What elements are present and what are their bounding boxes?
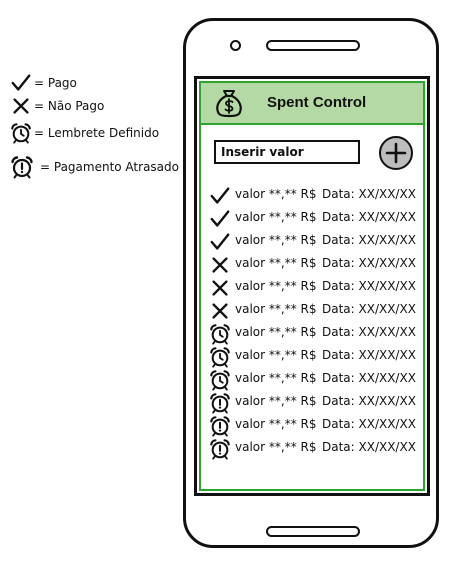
legend-item-atrasado: = Pagamento Atrasado <box>10 154 179 180</box>
list-item[interactable]: valor **,** R$ Data: XX/XX/XX <box>201 183 423 206</box>
list-item[interactable]: valor **,** R$ Data: XX/XX/XX <box>201 390 423 413</box>
check-icon <box>209 185 231 207</box>
entry-date: Data: XX/XX/XX <box>322 210 416 224</box>
entry-date: Data: XX/XX/XX <box>322 187 416 201</box>
legend-item-pago: = Pago <box>10 72 77 94</box>
list-item[interactable]: valor **,** R$ Data: XX/XX/XX <box>201 413 423 436</box>
entry-date: Data: XX/XX/XX <box>322 256 416 270</box>
speaker-slot <box>266 40 360 51</box>
entry-date: Data: XX/XX/XX <box>322 348 416 362</box>
alarm-alert-icon <box>209 438 231 460</box>
entry-value: valor **,** R$ <box>235 348 317 362</box>
list-item[interactable]: valor **,** R$ Data: XX/XX/XX <box>201 252 423 275</box>
app-title: Spent Control <box>267 94 367 111</box>
entry-value: valor **,** R$ <box>235 417 317 431</box>
x-icon <box>209 277 231 299</box>
list-item[interactable]: valor **,** R$ Data: XX/XX/XX <box>201 275 423 298</box>
entry-value: valor **,** R$ <box>235 325 317 339</box>
check-icon <box>209 231 231 253</box>
alarm-clock-icon <box>10 121 32 145</box>
money-bag-icon <box>216 90 242 118</box>
entry-value: valor **,** R$ <box>235 233 317 247</box>
list-item[interactable]: valor **,** R$ Data: XX/XX/XX <box>201 367 423 390</box>
x-icon <box>209 254 231 276</box>
value-input[interactable] <box>214 140 360 164</box>
list-item[interactable]: valor **,** R$ Data: XX/XX/XX <box>201 298 423 321</box>
list-item[interactable]: valor **,** R$ Data: XX/XX/XX <box>201 436 423 459</box>
entry-value: valor **,** R$ <box>235 256 317 270</box>
entry-value: valor **,** R$ <box>235 440 317 454</box>
x-icon <box>209 300 231 322</box>
alarm-alert-icon <box>209 392 231 414</box>
entry-value: valor **,** R$ <box>235 210 317 224</box>
entry-date: Data: XX/XX/XX <box>322 279 416 293</box>
list-item[interactable]: valor **,** R$ Data: XX/XX/XX <box>201 229 423 252</box>
alarm-clock-icon <box>209 323 231 345</box>
app-header: Spent Control <box>201 83 423 125</box>
entry-date: Data: XX/XX/XX <box>322 325 416 339</box>
entry-value: valor **,** R$ <box>235 302 317 316</box>
x-icon <box>10 95 32 117</box>
phone-screen: Spent Control valor **,** R$ Data: XX/XX/… <box>194 76 430 496</box>
alarm-alert-icon <box>209 415 231 437</box>
list-item[interactable]: valor **,** R$ Data: XX/XX/XX <box>201 321 423 344</box>
add-value-button[interactable] <box>379 136 413 170</box>
legend-label-nao-pago: = Não Pago <box>34 99 105 113</box>
check-icon <box>10 72 32 94</box>
legend-label-lembrete: = Lembrete Definido <box>34 126 160 140</box>
legend-label-atrasado: = Pagamento Atrasado <box>40 160 179 174</box>
legend-label-pago: = Pago <box>34 76 77 90</box>
plus-circle-icon <box>385 142 407 164</box>
app-container: Spent Control valor **,** R$ Data: XX/XX/… <box>199 81 425 491</box>
camera-dot <box>230 40 241 51</box>
entry-value: valor **,** R$ <box>235 279 317 293</box>
entry-value: valor **,** R$ <box>235 187 317 201</box>
entry-date: Data: XX/XX/XX <box>322 394 416 408</box>
phone-frame: Spent Control valor **,** R$ Data: XX/XX/… <box>183 18 439 548</box>
entry-date: Data: XX/XX/XX <box>322 440 416 454</box>
entry-value: valor **,** R$ <box>235 371 317 385</box>
legend-item-lembrete: = Lembrete Definido <box>10 121 159 145</box>
alarm-alert-icon <box>10 154 34 180</box>
alarm-clock-icon <box>209 369 231 391</box>
legend-item-nao-pago: = Não Pago <box>10 95 104 117</box>
entry-date: Data: XX/XX/XX <box>322 233 416 247</box>
list-item[interactable]: valor **,** R$ Data: XX/XX/XX <box>201 206 423 229</box>
entry-date: Data: XX/XX/XX <box>322 302 416 316</box>
entry-date: Data: XX/XX/XX <box>322 417 416 431</box>
alarm-clock-icon <box>209 346 231 368</box>
entry-value: valor **,** R$ <box>235 394 317 408</box>
home-button[interactable] <box>266 526 360 537</box>
entry-date: Data: XX/XX/XX <box>322 371 416 385</box>
list-item[interactable]: valor **,** R$ Data: XX/XX/XX <box>201 344 423 367</box>
check-icon <box>209 208 231 230</box>
